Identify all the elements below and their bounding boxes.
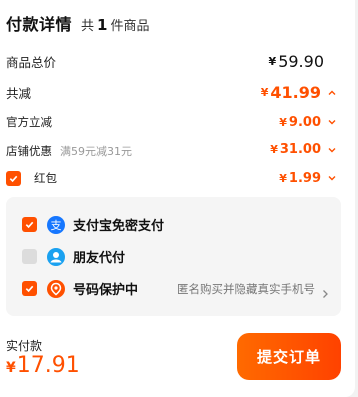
number-protect-icon bbox=[47, 279, 65, 298]
item-count-number: 1 bbox=[97, 16, 108, 34]
store-discount-value: 31.00 bbox=[279, 142, 321, 157]
red-packet-amount: ¥ 1.99 bbox=[279, 171, 337, 186]
page-title: 付款详情 bbox=[6, 15, 73, 34]
amount-payable-label: 实付款 bbox=[6, 339, 43, 353]
amount-payable-value: 17.91 bbox=[16, 353, 80, 378]
red-packet-row[interactable]: 红包 ¥ 1.99 bbox=[6, 170, 337, 186]
currency-symbol: ¥ bbox=[279, 115, 287, 129]
official-discount-label: 官方立减 bbox=[6, 115, 52, 129]
discount-total-row[interactable]: 共减 ¥ 41.99 bbox=[6, 83, 337, 102]
payment-details-header: 付款详情 共 1 件商品 bbox=[6, 11, 149, 35]
discount-total-value: 41.99 bbox=[270, 83, 321, 102]
red-packet-label: 红包 bbox=[34, 171, 57, 185]
official-discount-row[interactable]: 官方立减 ¥ 9.00 bbox=[6, 114, 337, 130]
alipay-checkbox[interactable] bbox=[22, 217, 37, 232]
alipay-icon: 支 bbox=[47, 215, 65, 234]
official-discount-amount: ¥ 9.00 bbox=[279, 115, 337, 130]
subtotal-row: 商品总价 ¥ 59.90 bbox=[6, 52, 337, 71]
number-protect-checkbox[interactable] bbox=[22, 281, 37, 296]
currency-symbol: ¥ bbox=[279, 171, 287, 185]
official-discount-value: 9.00 bbox=[288, 114, 321, 130]
item-count-suffix: 件商品 bbox=[110, 19, 150, 34]
item-count-prefix: 共 bbox=[81, 19, 95, 34]
submit-order-button[interactable]: 提交订单 bbox=[237, 333, 341, 380]
store-discount-row[interactable]: 店铺优惠 满59元减31元 ¥ 31.00 bbox=[6, 140, 337, 159]
service-alipay-row[interactable]: 支 支付宝免密支付 bbox=[22, 215, 329, 234]
chevron-right-icon[interactable] bbox=[321, 284, 329, 298]
service-friend-pay-row[interactable]: 朋友代付 bbox=[22, 247, 329, 266]
subtotal-amount: ¥ 59.90 bbox=[269, 52, 324, 71]
payment-services-panel: 支 支付宝免密支付 朋友代付 号码保护中 匿名购买并隐藏真实手机号 bbox=[6, 197, 341, 316]
friend-pay-icon bbox=[47, 247, 65, 266]
svg-text:支: 支 bbox=[51, 219, 62, 232]
alipay-label: 支付宝免密支付 bbox=[73, 219, 165, 234]
currency-symbol: ¥ bbox=[270, 143, 278, 156]
service-number-protect-row[interactable]: 号码保护中 匿名购买并隐藏真实手机号 bbox=[22, 279, 329, 298]
number-protect-note: 匿名购买并隐藏真实手机号 bbox=[177, 281, 315, 296]
store-discount-rule: 满59元减31元 bbox=[60, 145, 132, 158]
number-protect-label: 号码保护中 bbox=[73, 283, 139, 298]
payment-details-card: 付款详情 共 1 件商品 商品总价 ¥ 59.90 共减 ¥ 41.99 官方立减 … bbox=[0, 0, 355, 397]
red-packet-checkbox[interactable] bbox=[6, 170, 21, 186]
check-icon bbox=[25, 285, 34, 293]
item-count: 共 1 件商品 bbox=[81, 15, 149, 34]
chevron-up-icon[interactable] bbox=[327, 88, 337, 98]
discount-total-amount: ¥ 41.99 bbox=[261, 83, 337, 102]
chevron-down-icon[interactable] bbox=[327, 173, 337, 183]
chevron-down-icon[interactable] bbox=[327, 117, 337, 127]
subtotal-label: 商品总价 bbox=[6, 55, 57, 70]
check-icon bbox=[25, 221, 34, 229]
friend-pay-checkbox[interactable] bbox=[22, 249, 37, 264]
friend-pay-label: 朋友代付 bbox=[73, 251, 126, 266]
store-discount-amount: ¥ 31.00 bbox=[270, 142, 337, 157]
amount-payable: ¥ 17.91 bbox=[6, 353, 80, 378]
check-icon bbox=[9, 175, 18, 182]
store-discount-label-group: 店铺优惠 满59元减31元 bbox=[6, 140, 132, 159]
currency-symbol: ¥ bbox=[260, 86, 269, 99]
currency-symbol: ¥ bbox=[268, 55, 277, 68]
discount-total-label: 共减 bbox=[6, 86, 32, 101]
currency-symbol: ¥ bbox=[6, 360, 16, 376]
subtotal-value: 59.90 bbox=[278, 52, 324, 71]
red-packet-value: 1.99 bbox=[288, 170, 321, 186]
store-discount-label: 店铺优惠 bbox=[6, 144, 52, 158]
red-packet-label-group: 红包 bbox=[6, 170, 57, 186]
chevron-down-icon[interactable] bbox=[327, 145, 337, 155]
